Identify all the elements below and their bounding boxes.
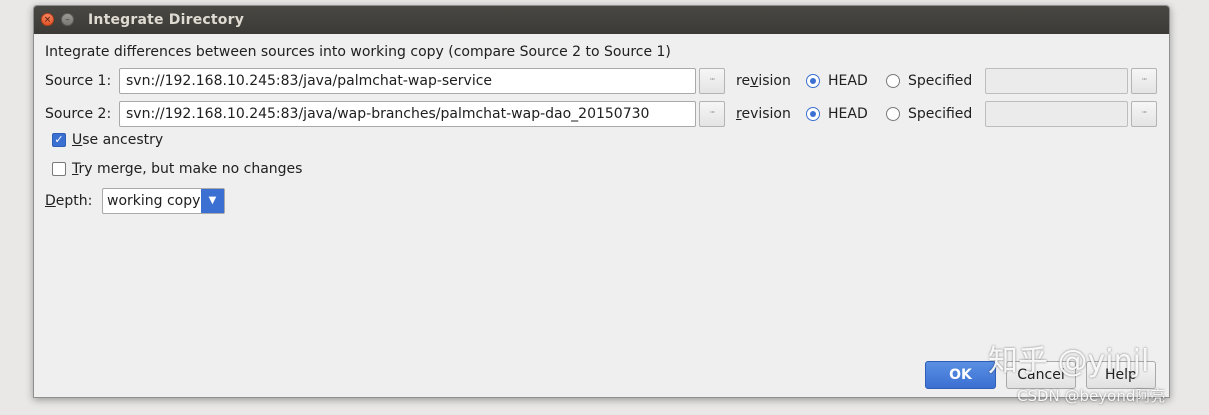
source2-specified-radio[interactable] bbox=[886, 107, 900, 121]
source2-label: Source 2: bbox=[45, 106, 112, 122]
source1-specified-label[interactable]: Specified bbox=[908, 73, 972, 89]
source1-browse-button[interactable]: ··· bbox=[699, 68, 725, 94]
source2-specified-label[interactable]: Specified bbox=[908, 106, 972, 122]
depth-select-value: working copy bbox=[107, 193, 201, 209]
depth-select[interactable]: working copy ▼ bbox=[102, 188, 225, 214]
source2-revision-browse-button[interactable]: ··· bbox=[1131, 101, 1157, 127]
minimize-window-icon[interactable]: – bbox=[61, 13, 74, 26]
source1-head-radio[interactable] bbox=[806, 74, 820, 88]
description-text: Integrate differences between sources in… bbox=[45, 44, 671, 60]
csdn-watermark: CSDN @beyond阿亮 bbox=[1017, 387, 1166, 405]
source1-label: Source 1: bbox=[45, 73, 112, 89]
title-bar[interactable]: × – Integrate Directory bbox=[34, 6, 1169, 34]
try-merge-checkbox[interactable] bbox=[52, 162, 66, 176]
source1-specified-radio[interactable] bbox=[886, 74, 900, 88]
source1-head-label[interactable]: HEAD bbox=[828, 73, 868, 89]
source1-specified-revision-input[interactable] bbox=[985, 68, 1128, 94]
source2-revision-label: revision bbox=[736, 106, 791, 122]
depth-label: Depth: bbox=[45, 193, 93, 209]
try-merge-label[interactable]: Try merge, but make no changes bbox=[72, 161, 302, 177]
source2-head-label[interactable]: HEAD bbox=[828, 106, 868, 122]
chevron-down-icon[interactable]: ▼ bbox=[201, 189, 224, 213]
window-title: Integrate Directory bbox=[88, 12, 245, 28]
source1-revision-label: revision bbox=[736, 73, 791, 89]
source2-browse-button[interactable]: ··· bbox=[699, 101, 725, 127]
source1-url-input[interactable] bbox=[119, 68, 696, 94]
source2-specified-revision-input[interactable] bbox=[985, 101, 1128, 127]
source1-revision-browse-button[interactable]: ··· bbox=[1131, 68, 1157, 94]
source2-url-input[interactable] bbox=[119, 101, 696, 127]
zhihu-watermark: 知乎 @yinjl bbox=[988, 344, 1150, 379]
use-ancestry-checkbox[interactable]: ✓ bbox=[52, 133, 66, 147]
use-ancestry-label[interactable]: Use ancestry bbox=[72, 132, 163, 148]
close-window-icon[interactable]: × bbox=[41, 13, 54, 26]
source2-head-radio[interactable] bbox=[806, 107, 820, 121]
ok-button[interactable]: OK bbox=[925, 361, 996, 389]
